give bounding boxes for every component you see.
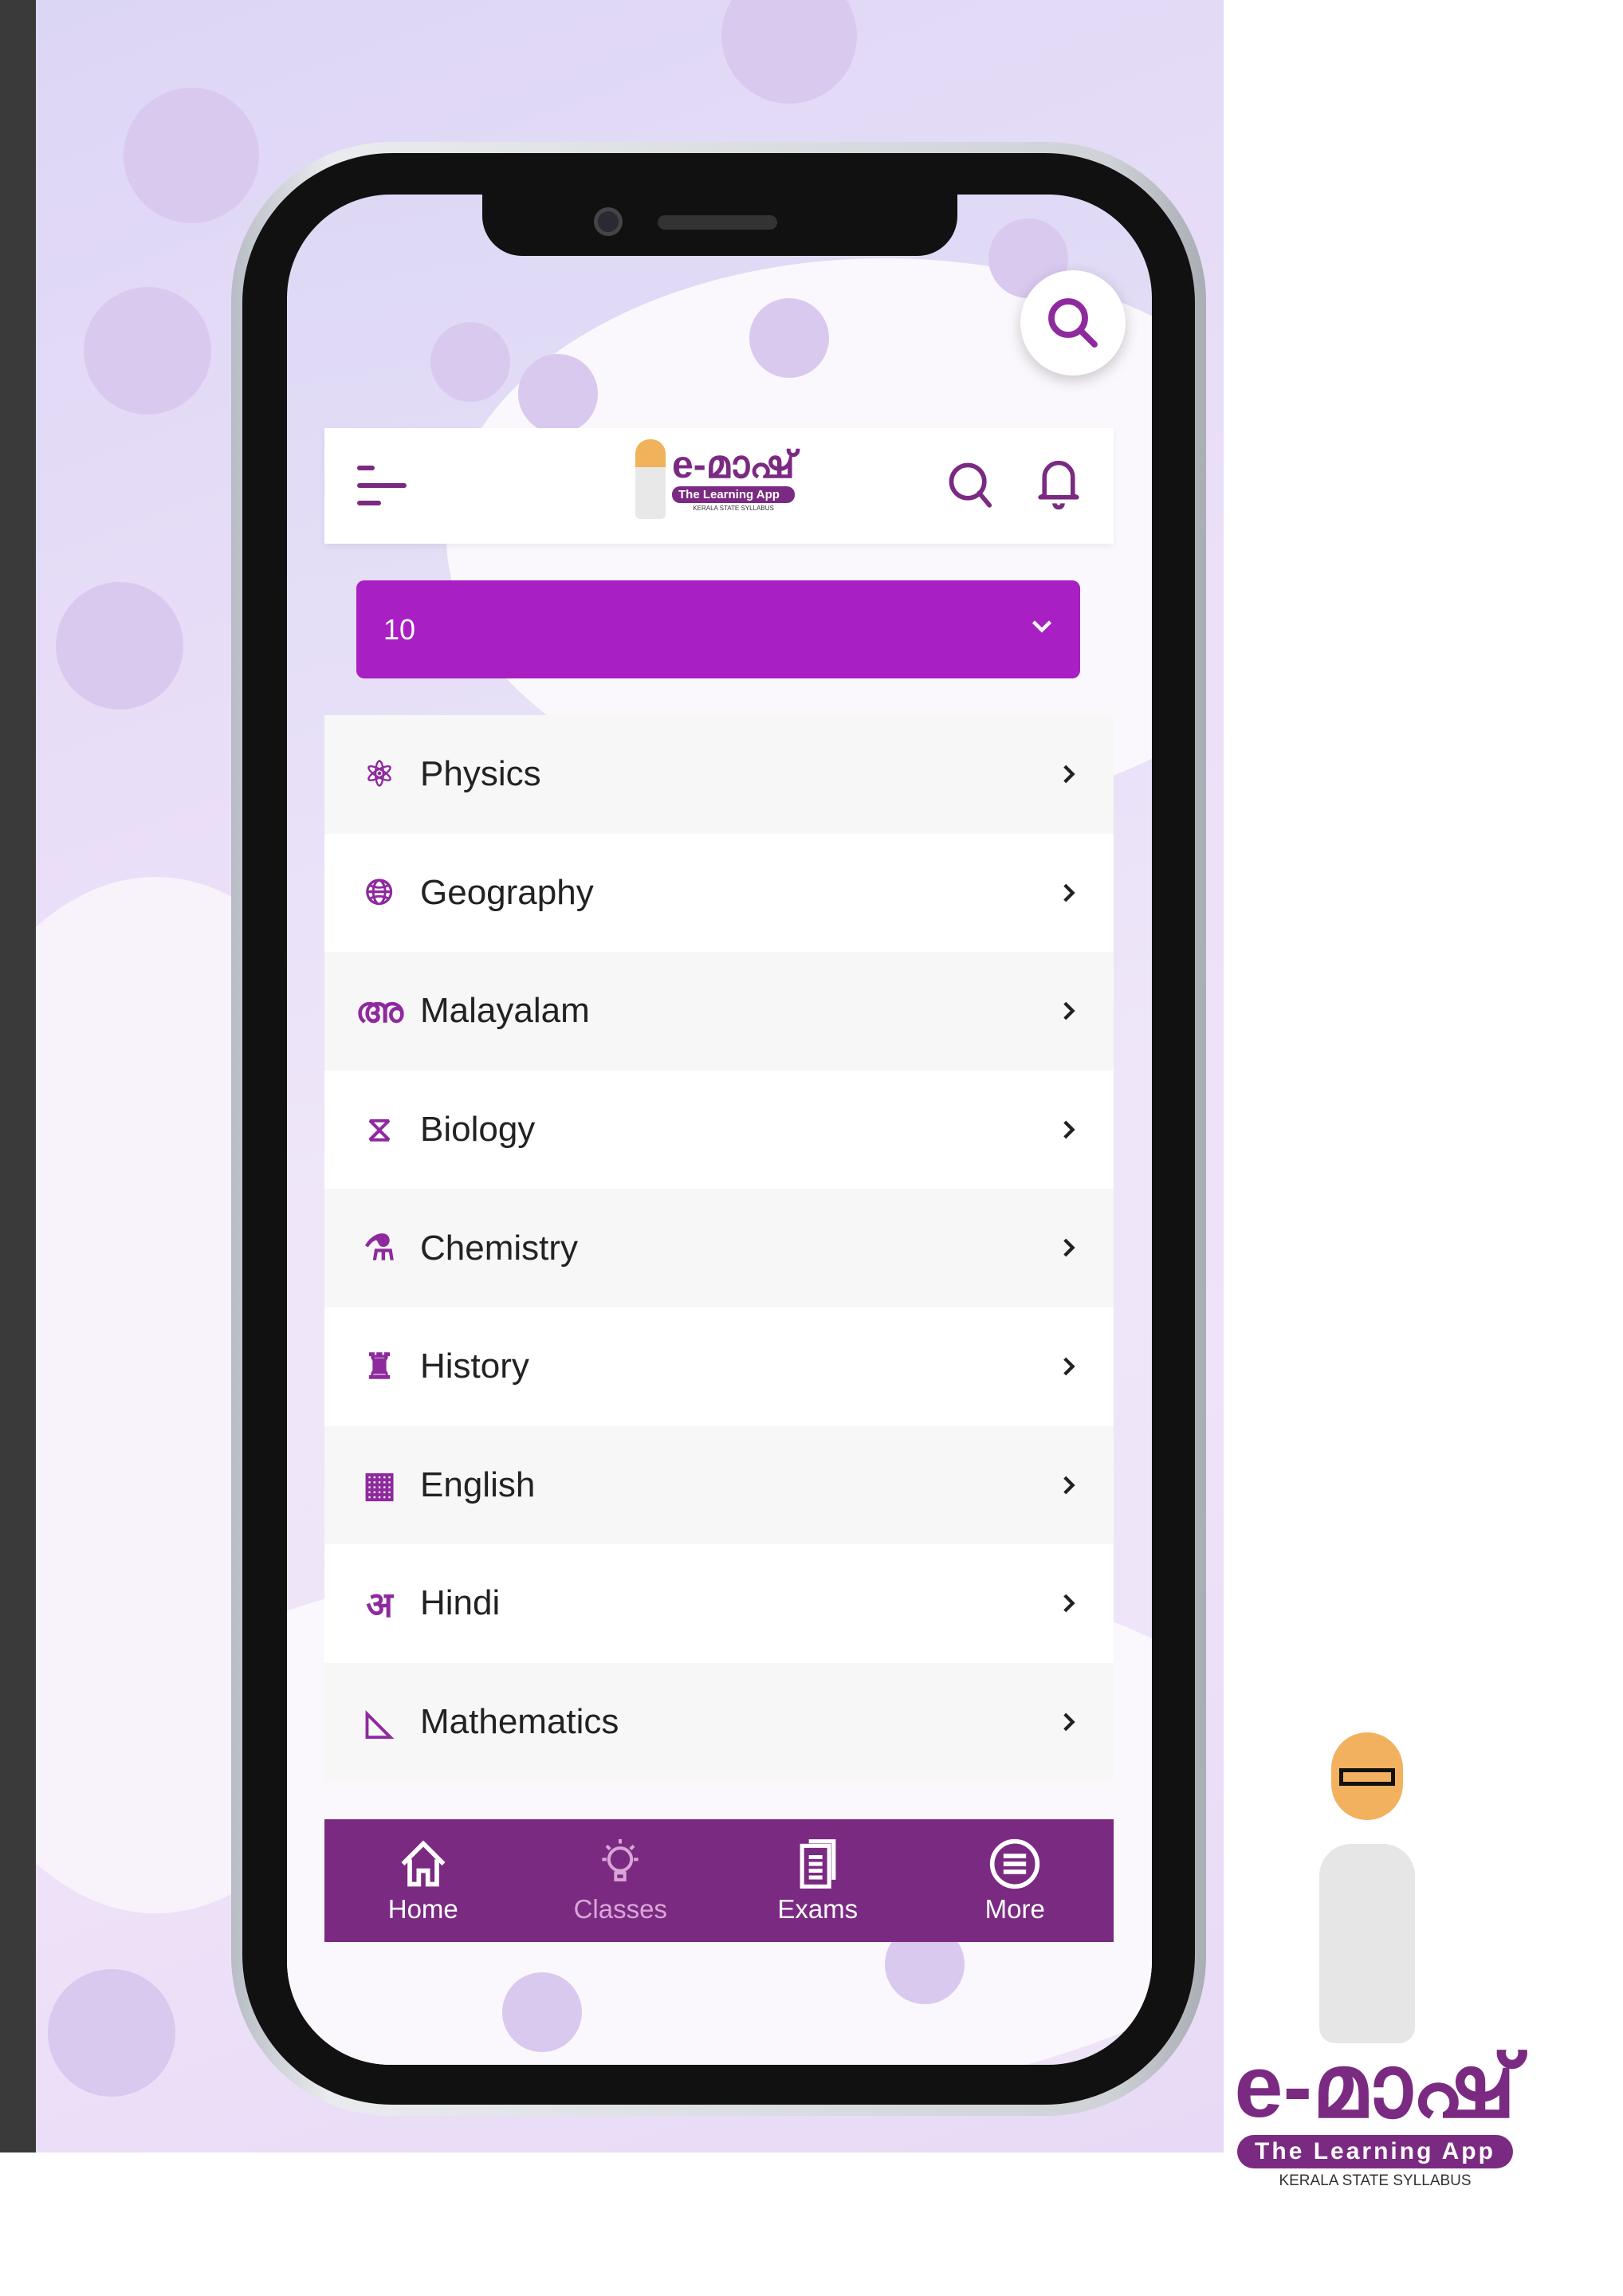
- search-icon: [1048, 298, 1098, 348]
- atom-icon: ⚛: [364, 754, 395, 794]
- chevron-right-icon: [1063, 1238, 1075, 1257]
- subject-label: Chemistry: [420, 1228, 579, 1268]
- dark-edge: [0, 0, 36, 2152]
- subject-item-physics[interactable]: ⚛ Physics: [324, 715, 1114, 834]
- globe-icon: 🌐︎: [365, 872, 394, 912]
- notch: [482, 195, 957, 256]
- app-logo: e-മാഷ് The Learning App KERALA STATE SYL…: [635, 439, 796, 519]
- subject-item-geography[interactable]: 🌐︎ Geography: [324, 833, 1114, 953]
- chevron-right-icon: [1063, 883, 1075, 902]
- flask-icon: ⚗: [364, 1229, 395, 1268]
- subject-item-biology[interactable]: ⧖ Biology: [324, 1070, 1114, 1189]
- subject-label: Mathematics: [420, 1702, 619, 1742]
- subject-label: Biology: [420, 1110, 536, 1150]
- phone-screen: e-മാഷ് The Learning App KERALA STATE SYL…: [287, 195, 1152, 2065]
- subject-item-hindi[interactable]: अ Hindi: [324, 1544, 1114, 1663]
- subject-item-mathematics[interactable]: ◺ Mathematics: [324, 1662, 1114, 1782]
- subject-label: Malayalam: [420, 991, 590, 1031]
- chevron-down-icon: [1032, 620, 1052, 633]
- menu-button[interactable]: [356, 462, 407, 513]
- chevron-right-icon: [1063, 1594, 1075, 1613]
- subject-item-malayalam[interactable]: അ Malayalam: [324, 952, 1114, 1071]
- bell-icon: [1038, 460, 1079, 510]
- subject-label: Physics: [420, 754, 541, 794]
- subject-label: History: [420, 1347, 529, 1386]
- lightbulb-brain-icon: [602, 1838, 639, 1881]
- nav-classes[interactable]: Classes: [522, 1819, 720, 1942]
- nav-home[interactable]: Home: [324, 1819, 522, 1942]
- search-icon: [949, 462, 992, 508]
- chevron-right-icon: [1063, 1712, 1075, 1732]
- chevron-right-icon: [1063, 1001, 1075, 1020]
- brand-logo: e-മാഷ് The Learning App KERALA STATE SYL…: [1228, 1732, 1523, 2189]
- subject-item-history[interactable]: ♜ History: [324, 1307, 1114, 1426]
- dna-icon: ⧖: [367, 1110, 392, 1150]
- nav-more[interactable]: More: [917, 1819, 1114, 1942]
- subject-label: Geography: [420, 872, 594, 912]
- nav-exams[interactable]: Exams: [719, 1819, 917, 1942]
- subject-item-english[interactable]: ▦ English: [324, 1425, 1114, 1545]
- class-select[interactable]: 10: [356, 580, 1080, 678]
- subject-list: ⚛ Physics 🌐︎ Geography അ Malayalam ⧖ Bio…: [324, 715, 1114, 1782]
- geometry-icon: ◺: [366, 1702, 393, 1742]
- notifications-button[interactable]: [1034, 457, 1083, 513]
- subject-label: English: [420, 1464, 536, 1504]
- chevron-right-icon: [1063, 1476, 1075, 1494]
- abc-blocks-icon: ▦: [363, 1465, 396, 1505]
- home-icon: [401, 1840, 446, 1887]
- more-menu-icon: [990, 1838, 1040, 1889]
- subject-item-chemistry[interactable]: ⚗ Chemistry: [324, 1189, 1114, 1307]
- pharaoh-icon: ♜: [364, 1347, 395, 1386]
- hindi-letter-icon: अ: [366, 1586, 393, 1626]
- chevron-right-icon: [1063, 1120, 1075, 1139]
- app-header: e-മാഷ് The Learning App KERALA STATE SYL…: [324, 428, 1114, 544]
- floating-search-button[interactable]: [1020, 270, 1126, 375]
- class-select-value: 10: [383, 612, 416, 646]
- header-search-button[interactable]: [946, 460, 996, 513]
- menu-icon: [357, 466, 407, 505]
- subject-label: Hindi: [420, 1583, 501, 1623]
- chevron-right-icon: [1063, 765, 1075, 784]
- bottom-nav: Home Classes Exams More: [324, 1819, 1114, 1942]
- chevron-right-icon: [1063, 1357, 1075, 1376]
- malayalam-letter-icon: അ: [356, 991, 403, 1031]
- document-icon: [800, 1839, 836, 1889]
